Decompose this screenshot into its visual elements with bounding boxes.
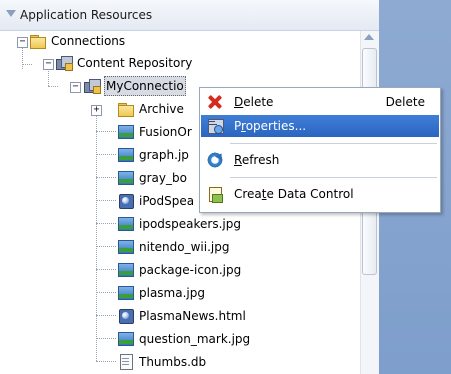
menu-item-refresh[interactable]: Refresh [201, 149, 439, 171]
tree-connector [96, 106, 97, 361]
tree-item-plasma[interactable]: plasma.jpg [118, 283, 206, 303]
tree-connector [96, 223, 116, 224]
image-icon [118, 262, 134, 278]
tree-item-gray-box[interactable]: gray_bo [118, 168, 188, 188]
html-icon [118, 193, 134, 209]
scroll-up-arrow-icon[interactable] [364, 34, 374, 40]
collapse-arrow-icon[interactable] [6, 10, 16, 17]
menu-separator [230, 143, 437, 144]
tree-connector [96, 338, 116, 339]
tree-node-label: Archive [139, 102, 184, 116]
tree-connector [22, 64, 32, 65]
tree-connector [96, 177, 116, 178]
tree-item-thumbs-db[interactable]: Thumbs.db [118, 352, 207, 372]
document-icon [118, 354, 134, 370]
menu-item-delete[interactable]: Delete Delete [201, 91, 439, 113]
image-icon [118, 285, 134, 301]
tree-item-label: package-icon.jpg [139, 263, 242, 277]
delete-icon [207, 94, 223, 110]
tree-item-label: ipodspeakers.jpg [139, 217, 241, 231]
tree-connector [48, 86, 58, 87]
tree-item-label: PlasmaNews.html [139, 309, 246, 323]
data-control-icon [207, 186, 223, 203]
expand-archive-icon[interactable]: + [91, 105, 102, 116]
collapse-content-repository-icon[interactable]: − [43, 59, 54, 70]
panel-title: Application Resources [20, 8, 153, 22]
context-menu: Delete Delete Properties... Refresh Crea… [199, 87, 441, 213]
menu-separator [230, 177, 437, 178]
tree-node-content-repository[interactable]: Content Repository [56, 53, 193, 73]
tree-connector [96, 269, 116, 270]
tree-item-ipodspeakers-html[interactable]: iPodSpea [118, 191, 195, 211]
tree-node-archive[interactable]: Archive [118, 99, 185, 119]
tree-connector [96, 246, 116, 247]
tree-item-label: Thumbs.db [139, 355, 207, 369]
html-icon [118, 308, 134, 324]
tree-item-label: graph.jp [139, 148, 189, 162]
collapse-myconnection-icon[interactable]: − [70, 82, 81, 93]
panel-header[interactable]: Application Resources [0, 0, 379, 31]
tree-node-label: MyConnectio [104, 76, 186, 96]
tree-item-nitendo-wii[interactable]: nitendo_wii.jpg [118, 237, 230, 257]
application-resources-window: Application Resources − Connections − Co… [0, 0, 451, 374]
tree-node-connections[interactable]: Connections [30, 31, 126, 51]
menu-item-create-data-control[interactable]: Create Data Control [201, 183, 439, 205]
image-icon [118, 331, 134, 347]
collapse-connections-icon[interactable]: − [17, 37, 28, 48]
tree-connector [96, 361, 116, 362]
tree-node-label: Connections [51, 34, 126, 48]
tree-item-fusionorder[interactable]: FusionOr [118, 122, 193, 142]
menu-item-properties[interactable]: Properties... [201, 115, 439, 137]
connection-icon [84, 78, 101, 94]
tree-item-label: question_mark.jpg [139, 332, 251, 346]
tree-item-label: plasma.jpg [139, 286, 205, 300]
image-icon [118, 170, 134, 186]
tree-connector [96, 315, 116, 316]
tree-node-label: Content Repository [77, 56, 193, 70]
tree-connector [96, 131, 116, 132]
shortcut-label: Delete [385, 95, 425, 109]
tree-item-plasmanews[interactable]: PlasmaNews.html [118, 306, 247, 326]
folder-icon [118, 101, 134, 117]
tree-node-myconnection[interactable]: MyConnectio [84, 76, 186, 96]
properties-icon [207, 118, 224, 134]
tree-item-graph[interactable]: graph.jp [118, 145, 190, 165]
image-icon [118, 147, 134, 163]
tree-item-label: FusionOr [139, 125, 192, 139]
image-icon [118, 124, 134, 140]
tree-connector [96, 200, 116, 201]
image-icon [118, 239, 134, 255]
tree-connector [22, 47, 23, 69]
tree-item-label: gray_bo [139, 171, 187, 185]
menu-item-label: Refresh [234, 153, 280, 167]
tree-item-label: iPodSpea [139, 194, 195, 208]
tree-item-package-icon[interactable]: package-icon.jpg [118, 260, 242, 280]
tree-connector [96, 292, 116, 293]
tree-connector [48, 69, 49, 86]
tree-item-question-mark[interactable]: question_mark.jpg [118, 329, 251, 349]
repository-icon [56, 55, 73, 71]
menu-item-label: Create Data Control [234, 187, 354, 201]
tree-item-label: nitendo_wii.jpg [139, 240, 230, 254]
tree-connector [96, 154, 116, 155]
folder-icon [30, 33, 46, 49]
refresh-icon [207, 152, 223, 168]
image-icon [118, 216, 134, 232]
tree-item-ipodspeakers-jpg[interactable]: ipodspeakers.jpg [118, 214, 242, 234]
menu-item-label: Properties... [234, 119, 307, 133]
menu-item-label: Delete [234, 95, 274, 109]
